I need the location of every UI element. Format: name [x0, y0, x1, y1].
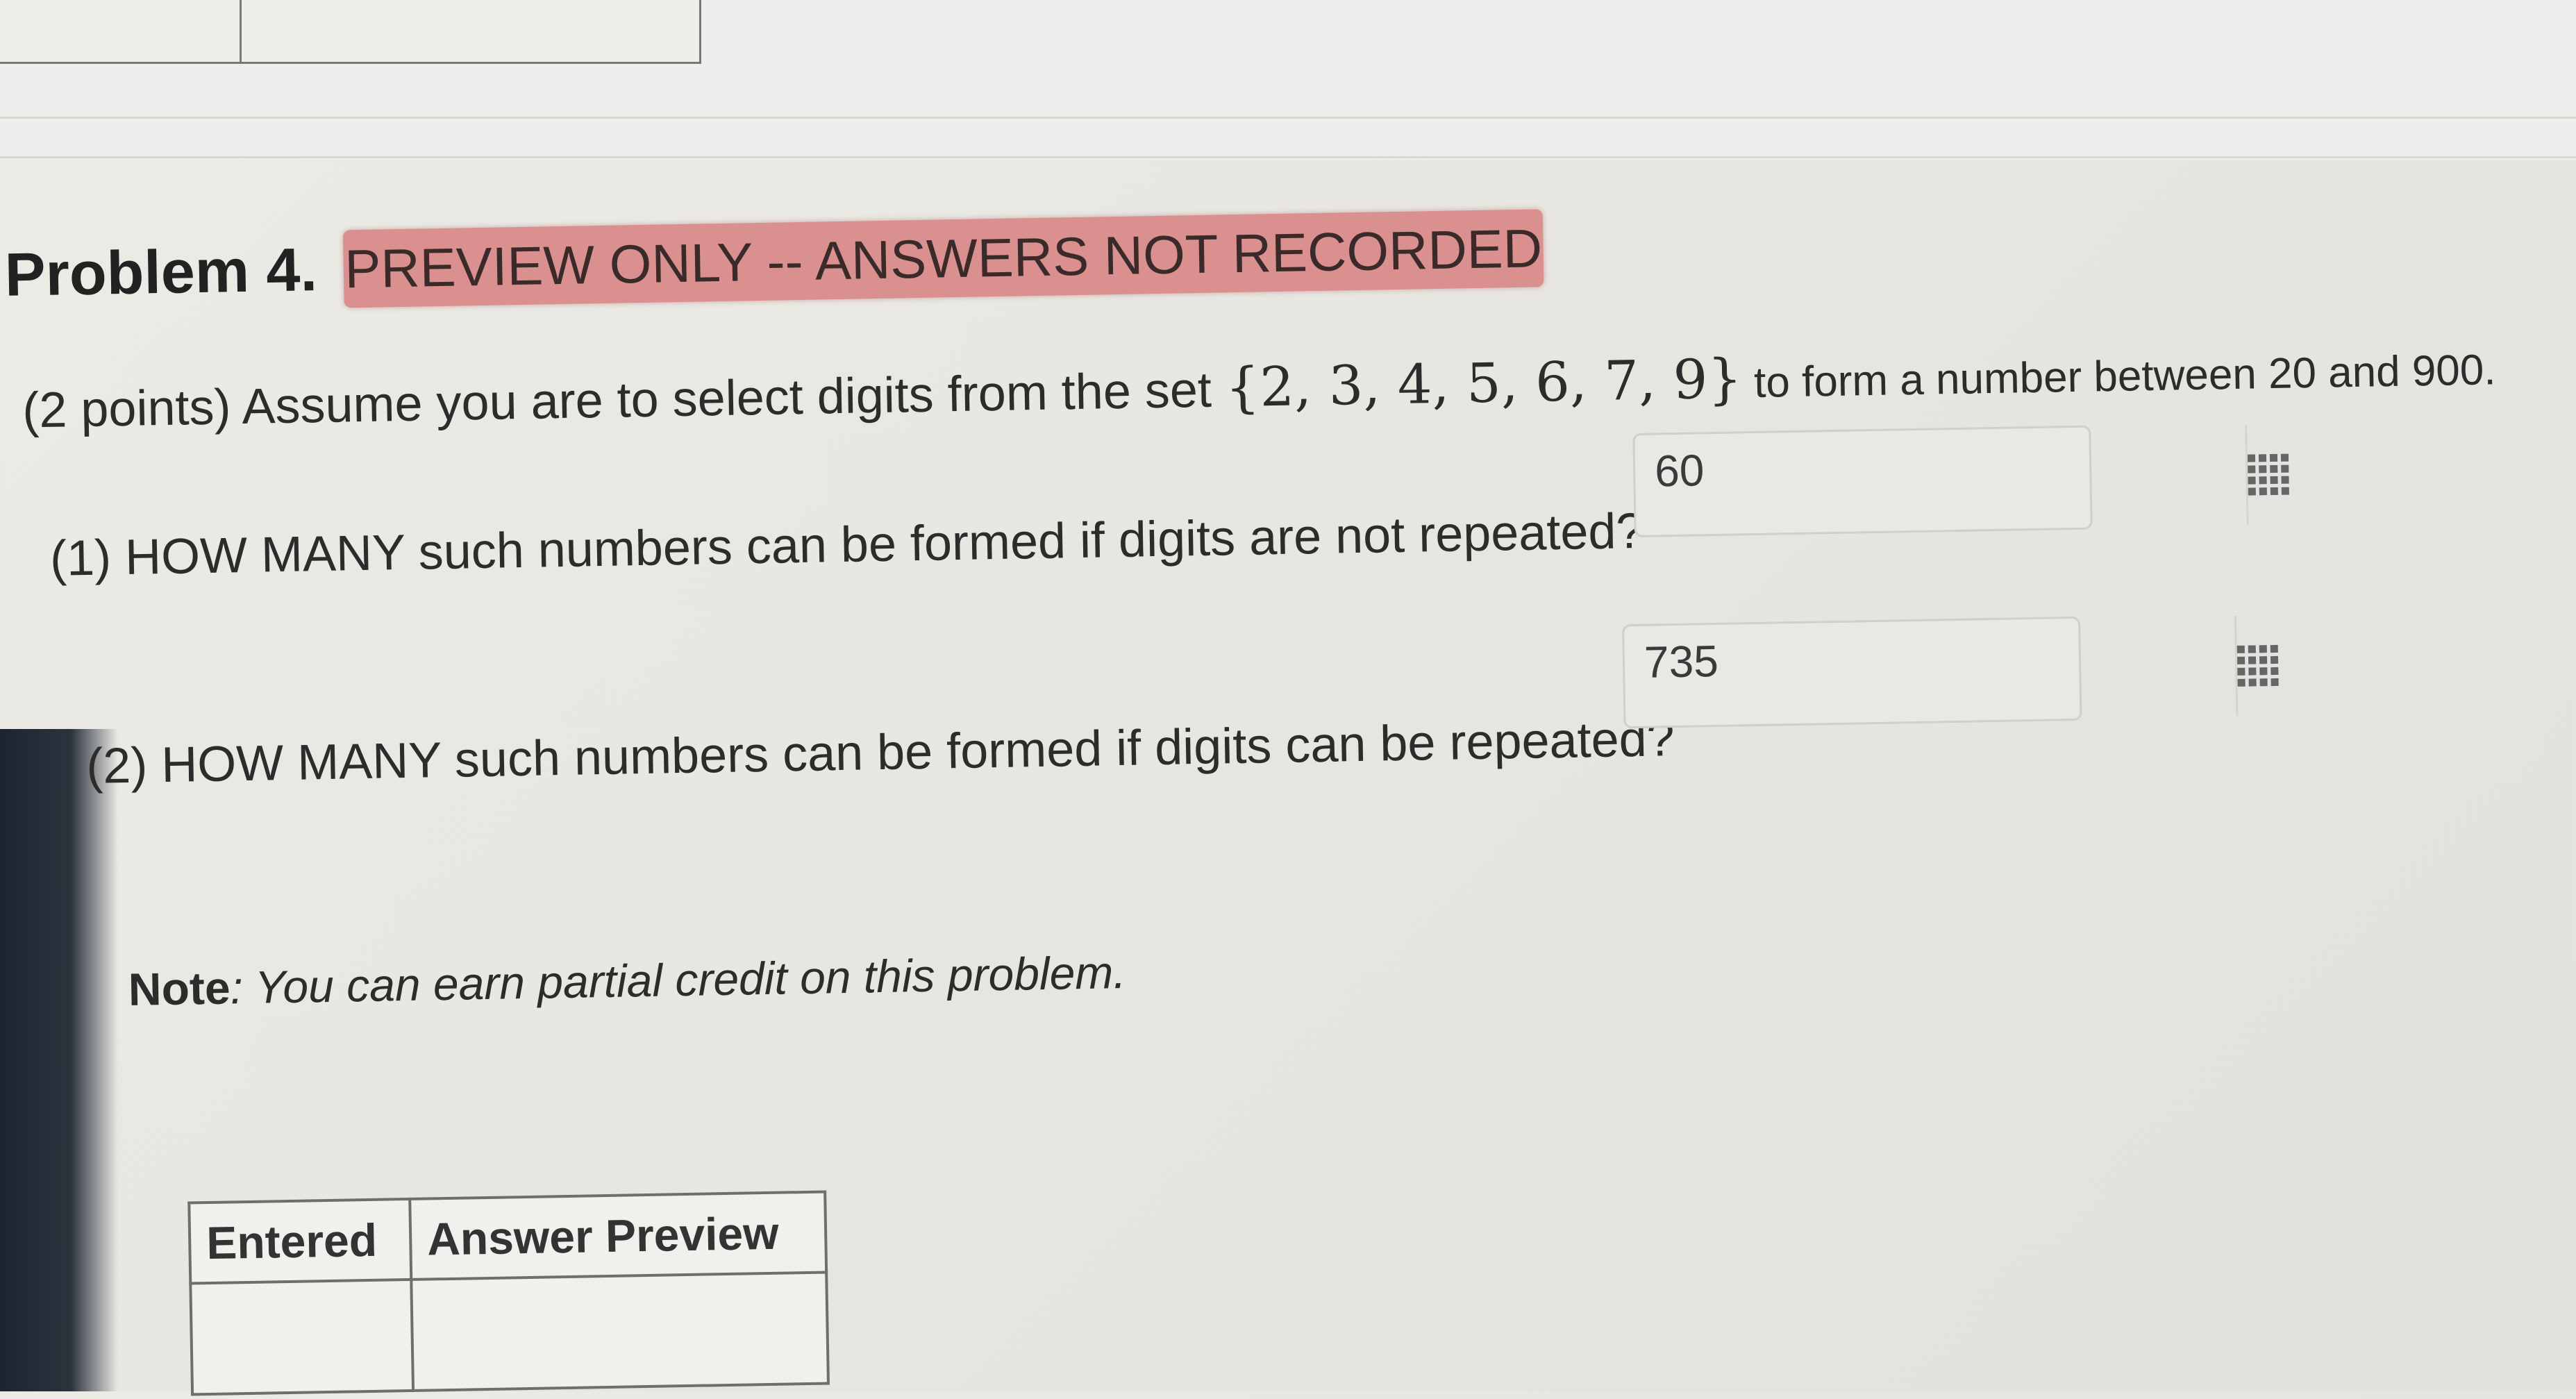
grid-icon: [2236, 644, 2279, 687]
answer-input-2[interactable]: [1624, 615, 2239, 727]
table-cell-entered: [190, 1279, 414, 1395]
question-1-label: (1) HOW MANY such numbers can be formed …: [49, 503, 1645, 587]
table-cell-answer-preview: [411, 1272, 828, 1391]
digit-set: {2, 3, 4, 5, 6, 7, 9}: [1225, 348, 1743, 420]
note-label: Note: [128, 962, 231, 1015]
equation-editor-button-1[interactable]: [2247, 424, 2290, 525]
problem-container: Problem 4. PREVIEW ONLY -- ANSWERS NOT R…: [0, 0, 2576, 1396]
header-answer-preview: Answer Preview: [410, 1191, 827, 1280]
answer-input-1[interactable]: [1634, 424, 2249, 535]
preview-status-badge: PREVIEW ONLY -- ANSWERS NOT RECORDED: [342, 209, 1544, 308]
grid-icon: [2247, 453, 2289, 496]
note-text: : You can earn partial credit on this pr…: [229, 946, 1127, 1014]
statement-suffix: to form a number between 20 and 900.: [1741, 346, 2497, 408]
table-header-row: Entered Answer Preview: [189, 1191, 827, 1284]
partial-credit-note: Note: You can earn partial credit on thi…: [128, 946, 1126, 1016]
statement-prefix: (2 points) Assume you are to select digi…: [22, 362, 1226, 439]
header-entered: Entered: [189, 1198, 412, 1284]
question-2-label: (2) HOW MANY such numbers can be formed …: [85, 711, 1675, 794]
answer-box-2: [1622, 614, 2280, 729]
problem-title: Problem 4.: [4, 235, 318, 309]
equation-editor-button-2[interactable]: [2236, 614, 2280, 716]
problem-statement: (2 points) Assume you are to select digi…: [22, 335, 2497, 440]
results-table: Entered Answer Preview: [187, 1190, 830, 1396]
table-row: [190, 1272, 828, 1395]
answer-box-1: [1632, 424, 2290, 538]
